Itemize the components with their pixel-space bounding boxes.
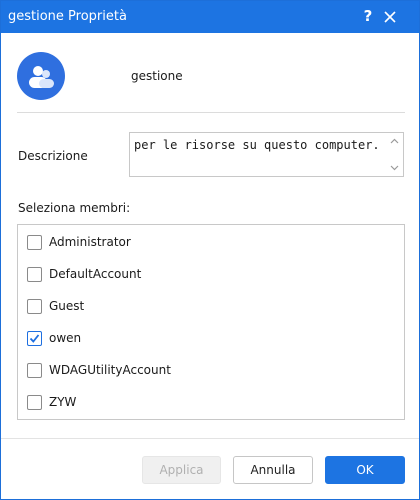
footer-divider <box>1 438 419 439</box>
member-item-wdagutilityaccount[interactable]: WDAGUtilityAccount <box>27 362 387 382</box>
help-button[interactable]: ? <box>361 7 375 25</box>
member-label: Guest <box>49 299 85 313</box>
apply-button[interactable]: Applica <box>142 456 221 484</box>
properties-dialog: gestione Proprietà ? gestione Descrizion… <box>0 0 420 500</box>
member-checkbox[interactable] <box>27 299 42 314</box>
ok-button[interactable]: OK <box>325 456 405 484</box>
checkmark-icon <box>29 334 40 343</box>
window-title: gestione Proprietà <box>8 9 127 24</box>
member-item-owen[interactable]: owen <box>27 330 387 350</box>
member-checkbox[interactable] <box>27 267 42 282</box>
close-icon[interactable] <box>381 8 399 26</box>
description-field[interactable]: per le risorse su questo computer. <box>129 132 404 177</box>
member-item-zyw[interactable]: ZYW <box>27 394 387 414</box>
chevron-up-icon[interactable] <box>389 136 400 147</box>
chevron-down-icon[interactable] <box>389 162 400 173</box>
members-list: Administrator DefaultAccount Guest owen … <box>17 224 405 420</box>
member-checkbox[interactable] <box>27 363 42 378</box>
member-item-guest[interactable]: Guest <box>27 298 387 318</box>
description-label: Descrizione <box>18 149 88 163</box>
member-checkbox[interactable] <box>27 395 42 410</box>
member-checkbox-checked[interactable] <box>27 331 42 346</box>
group-name: gestione <box>131 69 183 83</box>
divider <box>17 112 405 113</box>
description-value: per le risorse su questo computer. <box>134 138 380 152</box>
description-scrollbar[interactable] <box>386 133 403 176</box>
member-item-defaultaccount[interactable]: DefaultAccount <box>27 266 387 286</box>
cancel-button[interactable]: Annulla <box>233 456 313 484</box>
users-icon <box>29 66 54 88</box>
member-label: DefaultAccount <box>49 267 142 281</box>
group-avatar <box>17 52 65 100</box>
title-bar: gestione Proprietà ? <box>1 1 419 33</box>
member-checkbox[interactable] <box>27 235 42 250</box>
members-label: Seleziona membri: <box>18 201 131 215</box>
member-label: owen <box>49 331 82 345</box>
member-label: WDAGUtilityAccount <box>49 363 171 377</box>
member-label: ZYW <box>49 395 77 409</box>
member-label: Administrator <box>49 235 131 249</box>
member-item-administrator[interactable]: Administrator <box>27 234 387 254</box>
